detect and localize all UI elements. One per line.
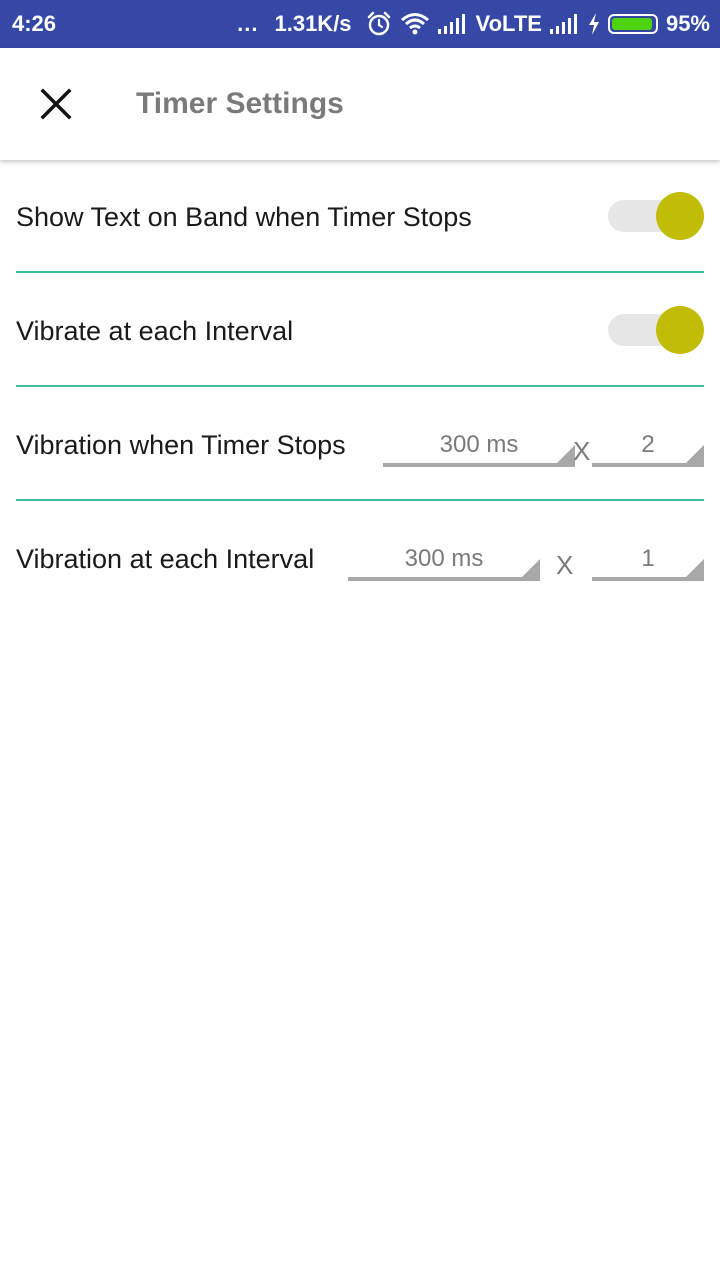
divider: [16, 385, 704, 387]
dropdown-arrow-icon: [686, 445, 704, 463]
page-title: Timer Settings: [136, 87, 344, 120]
divider: [16, 271, 704, 273]
battery-icon: [607, 14, 658, 34]
vibration-stop-duration-spinner[interactable]: 300 ms: [383, 427, 575, 467]
battery-percent: 95%: [665, 11, 710, 36]
close-icon: [40, 88, 72, 120]
setting-vibrate-interval-label: Vibrate at each Interval: [16, 316, 294, 346]
spinner-value: 300 ms: [404, 545, 484, 572]
close-button[interactable]: [28, 76, 84, 132]
status-time: 4:26: [12, 11, 57, 36]
times-symbol: X: [556, 550, 574, 580]
battery-level: [611, 18, 652, 30]
setting-show-text-label: Show Text on Band when Timer Stops: [16, 202, 472, 232]
vibration-stop-count-spinner[interactable]: 2: [592, 427, 704, 467]
vibrate-interval-toggle[interactable]: [608, 306, 704, 354]
dropdown-arrow-icon: [522, 559, 540, 577]
setting-vibration-stop-label: Vibration when Timer Stops: [16, 430, 346, 460]
divider: [16, 499, 704, 501]
network-type: VoLTE: [475, 11, 542, 36]
status-bar: 4:26 ... 1.31K/s VoLTE 95%: [0, 0, 720, 48]
setting-show-text: Show Text on Band when Timer Stops: [16, 162, 704, 274]
signal-icon: [437, 13, 468, 35]
setting-vibration-interval-label: Vibration at each Interval: [16, 544, 315, 574]
signal-icon-2: [549, 13, 580, 35]
app-bar: Timer Settings: [0, 48, 720, 160]
toggle-thumb: [656, 192, 704, 240]
wifi-icon: [400, 12, 430, 36]
toggle-thumb: [656, 306, 704, 354]
show-text-toggle[interactable]: [608, 192, 704, 240]
setting-vibrate-interval: Vibrate at each Interval: [16, 276, 704, 388]
network-speed: 1.31K/s: [274, 11, 352, 36]
spinner-value: 300 ms: [439, 431, 519, 458]
alarm-icon: [366, 11, 392, 37]
more-notifications-icon: ...: [237, 11, 259, 36]
times-symbol: X: [573, 436, 591, 466]
vibration-interval-count-spinner[interactable]: 1: [592, 541, 704, 581]
charging-icon: [588, 13, 600, 35]
vibration-interval-duration-spinner[interactable]: 300 ms: [348, 541, 540, 581]
status-icons: ... 1.31K/s VoLTE 95%: [237, 0, 710, 48]
dropdown-arrow-icon: [686, 559, 704, 577]
